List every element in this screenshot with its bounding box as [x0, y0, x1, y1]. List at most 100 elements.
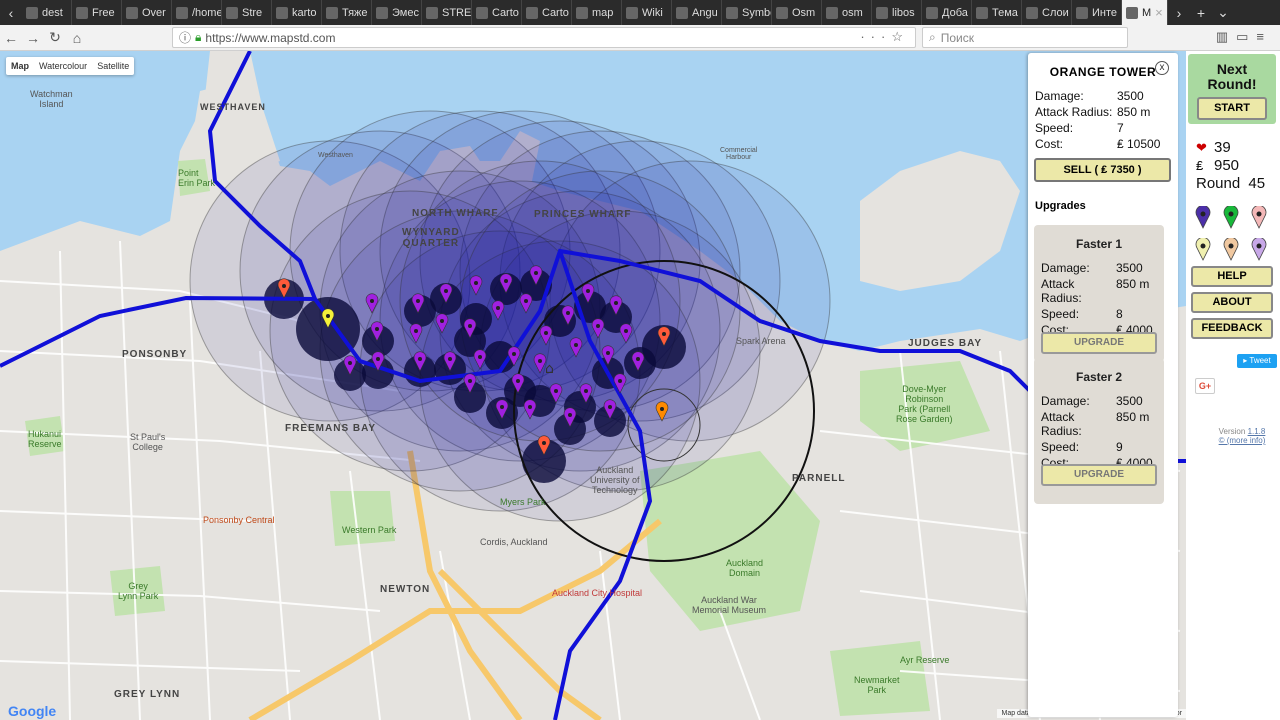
info-icon[interactable]: ⓘ: [179, 29, 191, 46]
browser-tab[interactable]: Carto: [472, 0, 522, 25]
browser-tab[interactable]: Over: [122, 0, 172, 25]
browser-tab[interactable]: karto: [272, 0, 322, 25]
map-pin-dot: [618, 379, 622, 383]
browser-tab[interactable]: Доба: [922, 0, 972, 25]
home-icon[interactable]: ⌂: [66, 27, 88, 49]
upgrade-button[interactable]: UPGRADE: [1041, 332, 1157, 354]
label-st-pauls: St Paul's College: [130, 432, 166, 452]
tab-label: Symbol: [742, 6, 771, 19]
tower-pin-icon[interactable]: [1250, 238, 1268, 262]
url-actions-icon[interactable]: ···☆: [860, 29, 909, 45]
tab-active[interactable]: M ×: [1122, 0, 1168, 25]
upgrade-card-faster-2: Faster 2 Damage: 3500 Attack Radius: 850 m…: [1034, 358, 1164, 504]
map-canvas[interactable]: ⌂: [0, 51, 1186, 720]
tower-pin-icon[interactable]: [1250, 206, 1268, 230]
browser-tab[interactable]: Эмес: [372, 0, 422, 25]
tower-pin-icon[interactable]: [1194, 238, 1212, 262]
base-home-icon: ⌂: [545, 361, 554, 377]
browser-tab[interactable]: /home/: [172, 0, 222, 25]
tweet-label: Tweet: [1249, 356, 1271, 365]
feedback-button[interactable]: FEEDBACK: [1191, 318, 1273, 339]
tower-pin-icon[interactable]: [1222, 238, 1240, 262]
back-icon[interactable]: ←: [0, 27, 22, 49]
map-pin-dot: [375, 327, 379, 331]
map-type-satellite[interactable]: Satellite: [92, 57, 134, 75]
lives-row: ❤ 39: [1196, 139, 1231, 156]
tab-label: karto: [292, 6, 317, 19]
map-type-map[interactable]: Map: [6, 57, 34, 75]
tab-favicon-icon: [76, 6, 88, 19]
tab-favicon-icon: [976, 6, 988, 19]
browser-tab[interactable]: Тема: [972, 0, 1022, 25]
tab-label: Тема: [992, 6, 1018, 19]
tab-favicon-icon: [576, 6, 588, 19]
tab-close-icon[interactable]: ×: [1155, 5, 1163, 20]
browser-tab[interactable]: Wiki: [622, 0, 672, 25]
browser-tab[interactable]: Symbol: [722, 0, 772, 25]
twitter-icon: ▸: [1243, 356, 1248, 365]
browser-tab[interactable]: libos: [872, 0, 922, 25]
browser-tab[interactable]: Free: [72, 0, 122, 25]
tab-favicon-icon: [726, 6, 738, 19]
stat-value: 7: [1117, 121, 1124, 135]
upgrade-card-faster-1: Faster 1 Damage: 3500 Attack Radius: 850 m…: [1034, 225, 1164, 362]
browser-tab[interactable]: Osm: [772, 0, 822, 25]
search-input[interactable]: ⌕ Поиск: [922, 27, 1128, 48]
search-icon: ⌕: [929, 30, 936, 44]
about-button[interactable]: ABOUT: [1191, 292, 1273, 313]
browser-tab[interactable]: Инте: [1072, 0, 1122, 25]
gplus-button[interactable]: G+: [1195, 378, 1215, 394]
browser-tab[interactable]: STRE: [422, 0, 472, 25]
tab-label: STRE: [442, 6, 472, 19]
start-button[interactable]: START: [1197, 97, 1267, 120]
money-icon: ₤: [1196, 158, 1204, 173]
map-pin-dot: [418, 357, 422, 361]
round-value: 45: [1248, 175, 1266, 192]
tab-forward-icon[interactable]: ›: [1168, 0, 1190, 25]
map-pin-dot: [660, 407, 664, 411]
tab-label: Слои —: [1042, 6, 1071, 19]
upgrade-button[interactable]: UPGRADE: [1041, 464, 1157, 486]
tab-label: Инте: [1092, 6, 1118, 19]
tab-label: Тяже: [342, 6, 368, 19]
tower-pin-icon[interactable]: [1222, 206, 1240, 230]
map-pin-dot: [516, 379, 520, 383]
tab-favicon-icon: [876, 6, 888, 19]
version-link[interactable]: 1.1.8: [1248, 427, 1266, 436]
map-pin-dot: [474, 281, 478, 285]
tab-label: osm: [842, 6, 863, 19]
forward-icon[interactable]: →: [22, 27, 44, 49]
lock-icon: 🔒︎: [195, 30, 202, 44]
label-auckland-domain: Auckland Domain: [726, 558, 764, 578]
help-button[interactable]: HELP: [1191, 266, 1273, 287]
tweet-button[interactable]: ▸ Tweet: [1237, 354, 1277, 368]
toolbar-icons[interactable]: ▥▭≡: [1216, 29, 1272, 45]
tab-list-icon[interactable]: ⌄: [1212, 0, 1234, 25]
tab-back-icon[interactable]: ‹: [0, 0, 22, 25]
sell-button[interactable]: SELL ( ₤ 7350 ): [1034, 158, 1171, 182]
map-pin-dot: [500, 405, 504, 409]
map-pin-dot: [586, 289, 590, 293]
map-type-watercolour[interactable]: Watercolour: [34, 57, 92, 75]
tab-label: Osm: [792, 6, 816, 19]
game-map[interactable]: ⌂ Map Watercolour Satellite Watchman Isl…: [0, 51, 1186, 720]
browser-tab[interactable]: Тяже: [322, 0, 372, 25]
close-icon[interactable]: x: [1155, 61, 1169, 75]
map-pin-dot: [414, 329, 418, 333]
browser-tab[interactable]: Stre: [222, 0, 272, 25]
browser-tab[interactable]: osm: [822, 0, 872, 25]
browser-tab[interactable]: map: [572, 0, 622, 25]
map-pin-dot: [370, 299, 374, 303]
reload-icon[interactable]: ↻: [44, 27, 66, 49]
browser-tab[interactable]: Carto: [522, 0, 572, 25]
browser-tab[interactable]: Angu: [672, 0, 722, 25]
tower-pin-icon[interactable]: [1194, 206, 1212, 230]
new-tab-icon[interactable]: +: [1190, 0, 1212, 25]
url-text: https://www.mapstd.com: [205, 30, 336, 45]
url-bar[interactable]: ⓘ 🔒︎ https://www.mapstd.com ···☆: [172, 27, 916, 48]
map-pin-dot: [440, 319, 444, 323]
more-info-link[interactable]: © (more info): [1219, 436, 1266, 445]
tab-favicon-icon: [226, 6, 238, 19]
browser-tab[interactable]: dest: [22, 0, 72, 25]
browser-tab[interactable]: Слои —: [1022, 0, 1072, 25]
